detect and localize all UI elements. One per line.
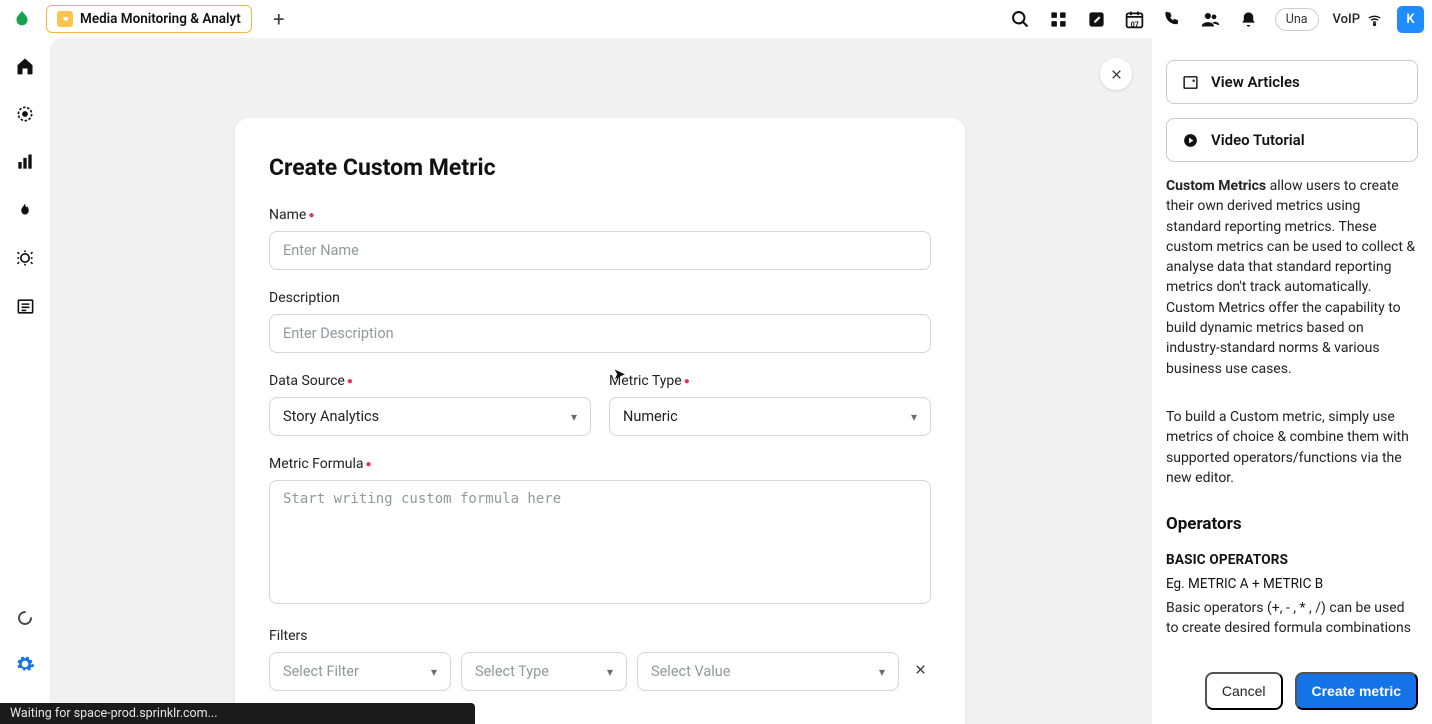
apps-grid-icon[interactable]: [1047, 7, 1071, 31]
howto-text: To build a Custom metric, simply use met…: [1166, 407, 1418, 488]
basic-operators-heading: BASIC OPERATORS: [1166, 552, 1418, 568]
name-label: Name●: [269, 207, 931, 223]
intro-text: Custom Metrics allow users to create the…: [1166, 176, 1418, 379]
metrictype-select[interactable]: Numeric ▾: [609, 397, 931, 436]
profile-avatar[interactable]: K: [1397, 6, 1424, 33]
operators-heading: Operators: [1166, 514, 1418, 534]
close-modal-button[interactable]: [1100, 58, 1132, 90]
description-input[interactable]: [269, 314, 931, 353]
wifi-icon: [1366, 11, 1383, 28]
formula-label: Metric Formula●: [269, 456, 931, 472]
home-icon[interactable]: [13, 54, 37, 78]
target-icon[interactable]: [13, 102, 37, 126]
create-metric-button[interactable]: Create metric: [1295, 672, 1419, 710]
metrictype-label: Metric Type●: [609, 373, 931, 389]
voip-status[interactable]: VoIP: [1333, 11, 1383, 28]
compose-icon[interactable]: [1085, 7, 1109, 31]
calendar-icon[interactable]: 07: [1123, 7, 1147, 31]
view-articles-button[interactable]: View Articles: [1166, 60, 1418, 104]
active-tab[interactable]: Media Monitoring & Analyt: [46, 5, 252, 33]
basic-text: Basic operators (+, - , * , /) can be us…: [1166, 598, 1418, 639]
chevron-down-icon: ▾: [879, 665, 885, 679]
bug-icon[interactable]: [13, 246, 37, 270]
app-logo[interactable]: [8, 5, 36, 33]
gear-icon[interactable]: [13, 652, 37, 676]
phone-icon[interactable]: [1161, 7, 1185, 31]
tab-title: Media Monitoring & Analyt: [80, 11, 241, 27]
filter-value-select[interactable]: Select Value ▾: [637, 652, 899, 691]
cancel-button[interactable]: Cancel: [1205, 672, 1283, 710]
filters-label: Filters: [269, 628, 931, 644]
description-label: Description: [269, 290, 931, 306]
chevron-down-icon: ▾: [431, 665, 437, 679]
datasource-label: Data Source●: [269, 373, 591, 389]
basic-example: Eg. METRIC A + METRIC B: [1166, 576, 1418, 592]
formula-input[interactable]: [269, 480, 931, 604]
modal-title: Create Custom Metric: [269, 154, 931, 181]
spinner-icon: [13, 606, 37, 630]
datasource-select[interactable]: Story Analytics ▾: [269, 397, 591, 436]
browser-status-bar: Waiting for space-prod.sprinklr.com...: [0, 703, 475, 724]
news-icon[interactable]: [13, 294, 37, 318]
tab-badge-icon: [57, 11, 73, 27]
create-metric-card: Create Custom Metric Name● Description D…: [235, 118, 965, 724]
search-icon[interactable]: [1009, 7, 1033, 31]
name-input[interactable]: [269, 231, 931, 270]
new-tab-button[interactable]: +: [266, 6, 292, 32]
chevron-down-icon: ▾: [911, 410, 917, 424]
bar-chart-icon[interactable]: [13, 150, 37, 174]
una-badge[interactable]: Una: [1275, 8, 1319, 31]
video-tutorial-button[interactable]: Video Tutorial: [1166, 118, 1418, 162]
filter-field-select[interactable]: Select Filter ▾: [269, 652, 451, 691]
chevron-down-icon: ▾: [571, 410, 577, 424]
fire-icon[interactable]: [13, 198, 37, 222]
calendar-day: 07: [1123, 21, 1147, 29]
filter-type-select[interactable]: Select Type ▾: [461, 652, 627, 691]
help-panel: View Articles Video Tutorial Custom Metr…: [1152, 38, 1432, 724]
chevron-down-icon: ▾: [607, 665, 613, 679]
article-icon: [1181, 73, 1199, 91]
bell-icon[interactable]: [1237, 7, 1261, 31]
remove-filter-button[interactable]: [909, 663, 931, 680]
play-icon: [1181, 131, 1199, 149]
people-icon[interactable]: [1199, 7, 1223, 31]
